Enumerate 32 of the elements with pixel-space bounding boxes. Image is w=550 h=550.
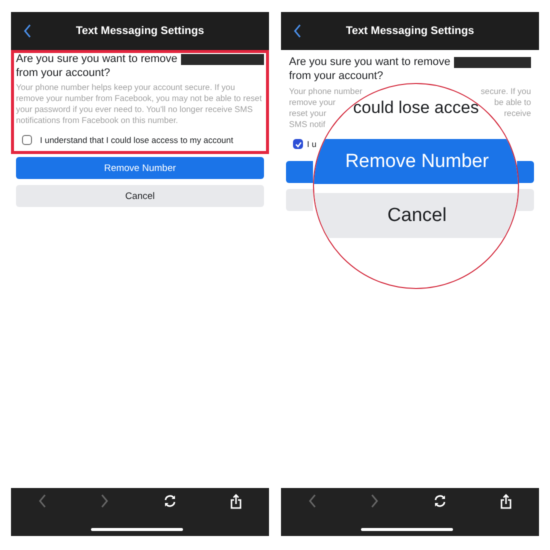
explanation-fragment: reset your (289, 108, 326, 119)
explanation-fragment: Your phone number (289, 86, 362, 97)
checkbox[interactable] (22, 135, 32, 145)
back-icon[interactable] (23, 24, 32, 38)
question-text: from your account? (16, 66, 110, 80)
remove-number-button[interactable]: Remove Number (16, 157, 264, 179)
reload-icon[interactable] (432, 494, 447, 508)
button-edge (517, 161, 534, 183)
question-text: Are you sure you want to remove (289, 56, 450, 70)
back-icon[interactable] (293, 24, 302, 38)
explanation-fragment: receive (504, 108, 531, 119)
magnified-text: could lose acces (353, 98, 479, 118)
explanation-fragment: secure. If you (480, 86, 531, 97)
checkbox-label: I u (307, 139, 316, 149)
cancel-button[interactable]: Cancel (314, 193, 518, 238)
explanation-fragment: be able to (494, 97, 531, 108)
explanation-fragment: SMS notif (289, 119, 326, 130)
button-edge (286, 189, 313, 211)
explanation-text: Your phone number helps keep your account secure. If you remove your number from Facebook, you may not be able to reset your password if you ever need to. You'll no longer receive SMS notifications from Facebook on this number. (16, 82, 263, 126)
screen-title: Text Messaging Settings (344, 25, 476, 37)
button-edge (286, 161, 313, 183)
cancel-button[interactable]: Cancel (16, 185, 264, 207)
share-icon[interactable] (500, 494, 512, 509)
question-text: from your account? (289, 70, 384, 83)
checkbox[interactable] (293, 139, 303, 149)
share-icon[interactable] (230, 494, 242, 509)
button-edge (517, 189, 534, 211)
question-text: Are you sure you want to remove (16, 53, 178, 66)
explanation-fragment: remove your (289, 97, 336, 108)
reload-icon[interactable] (162, 494, 177, 508)
screen-title: Text Messaging Settings (74, 25, 206, 37)
checkbox-label: I understand that I could lose access to my account (40, 135, 234, 145)
